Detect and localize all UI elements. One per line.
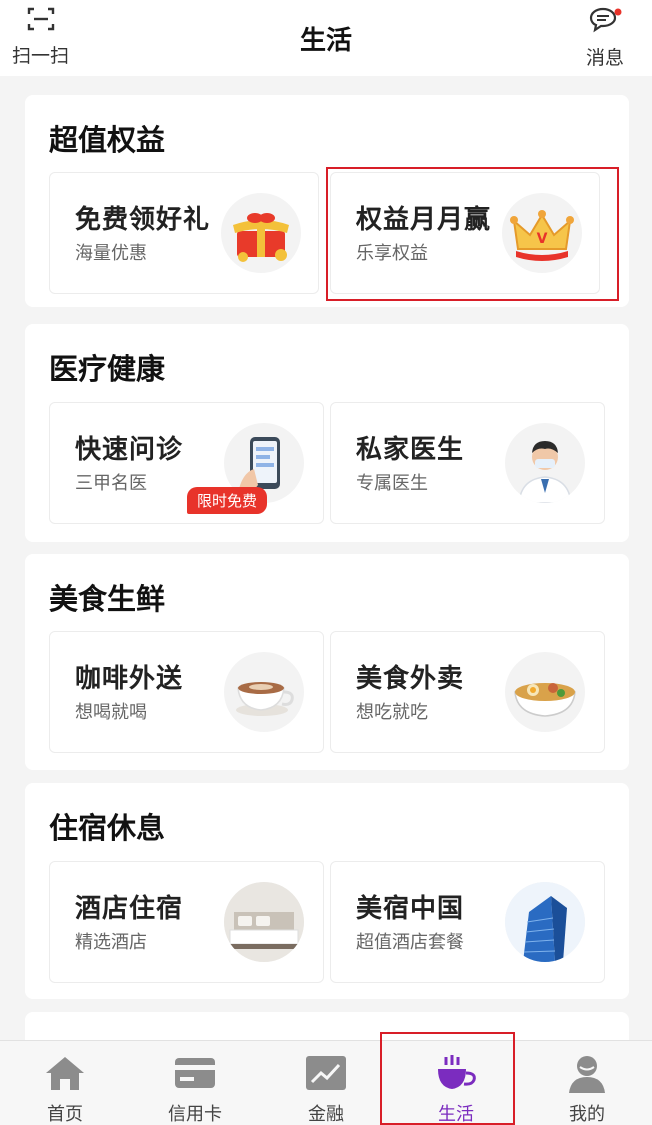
tab-home[interactable]: 首页	[0, 1041, 130, 1125]
chart-icon	[304, 1051, 348, 1094]
card-subtitle: 精选酒店	[75, 932, 147, 952]
card-title: 酒店住宿	[75, 893, 184, 923]
section-partial	[25, 1012, 629, 1040]
coffee-cup-icon	[224, 652, 304, 732]
section-title: 超值权益	[49, 125, 166, 157]
unread-dot-icon	[614, 8, 622, 16]
messages-button[interactable]: 消息	[586, 6, 624, 70]
bottom-tab-bar: 首页 信用卡 金融 生活 我的	[0, 1040, 652, 1125]
section-title: 医疗健康	[49, 354, 166, 386]
card-subtitle: 三甲名医	[75, 473, 147, 493]
doctor-icon	[505, 423, 585, 503]
card-free-gift[interactable]: 免费领好礼 海量优惠	[49, 172, 319, 294]
card-title: 私家医生	[356, 434, 465, 464]
building-icon	[505, 882, 585, 962]
user-icon	[565, 1051, 609, 1094]
limited-free-badge: 限时免费	[187, 487, 268, 514]
card-title: 快速问诊	[75, 434, 184, 464]
card-subtitle: 超值酒店套餐	[356, 932, 464, 952]
section-title: 美食生鲜	[49, 584, 166, 616]
card-title: 咖啡外送	[75, 663, 184, 693]
home-icon	[43, 1051, 87, 1094]
tab-mine[interactable]: 我的	[522, 1041, 652, 1125]
tab-label: 金融	[308, 1104, 344, 1124]
gift-box-icon	[221, 193, 301, 273]
tab-finance[interactable]: 金融	[261, 1041, 391, 1125]
card-title: 美食外卖	[356, 663, 465, 693]
card-china-stays[interactable]: 美宿中国 超值酒店套餐	[330, 861, 605, 983]
tab-label: 我的	[569, 1104, 605, 1124]
tab-credit-card[interactable]: 信用卡	[130, 1041, 260, 1125]
section-title: 住宿休息	[49, 813, 166, 845]
section-food: 美食生鲜 咖啡外送 想喝就喝 美食外卖 想吃就吃	[25, 554, 629, 770]
chat-bubble-icon	[588, 6, 622, 39]
card-food-delivery[interactable]: 美食外卖 想吃就吃	[330, 631, 605, 753]
card-subtitle: 专属医生	[356, 473, 428, 493]
highlight-tab-life	[380, 1032, 515, 1125]
hotel-bed-icon	[224, 882, 304, 962]
card-subtitle: 海量优惠	[75, 243, 147, 263]
credit-card-icon	[173, 1051, 217, 1094]
card-title: 免费领好礼	[75, 204, 211, 234]
card-title: 美宿中国	[356, 893, 465, 923]
section-health: 医疗健康 快速问诊 三甲名医 私家医生 专属医生	[25, 324, 629, 542]
page-title: 生活	[299, 25, 352, 55]
food-bowl-icon	[505, 652, 585, 732]
card-coffee-delivery[interactable]: 咖啡外送 想喝就喝	[49, 631, 324, 753]
top-bar: 扫一扫 生活 消息	[0, 0, 652, 76]
card-subtitle: 想吃就吃	[356, 702, 428, 722]
tab-label: 信用卡	[168, 1104, 222, 1124]
messages-label: 消息	[585, 48, 624, 69]
card-private-doctor[interactable]: 私家医生 专属医生	[330, 402, 605, 524]
tab-label: 首页	[47, 1104, 83, 1124]
section-lodging: 住宿休息 酒店住宿 精选酒店 美宿中国 超值酒店套餐	[25, 783, 629, 999]
highlight-monthly-benefits	[326, 167, 619, 301]
card-hotel[interactable]: 酒店住宿 精选酒店	[49, 861, 324, 983]
card-subtitle: 想喝就喝	[75, 702, 147, 722]
